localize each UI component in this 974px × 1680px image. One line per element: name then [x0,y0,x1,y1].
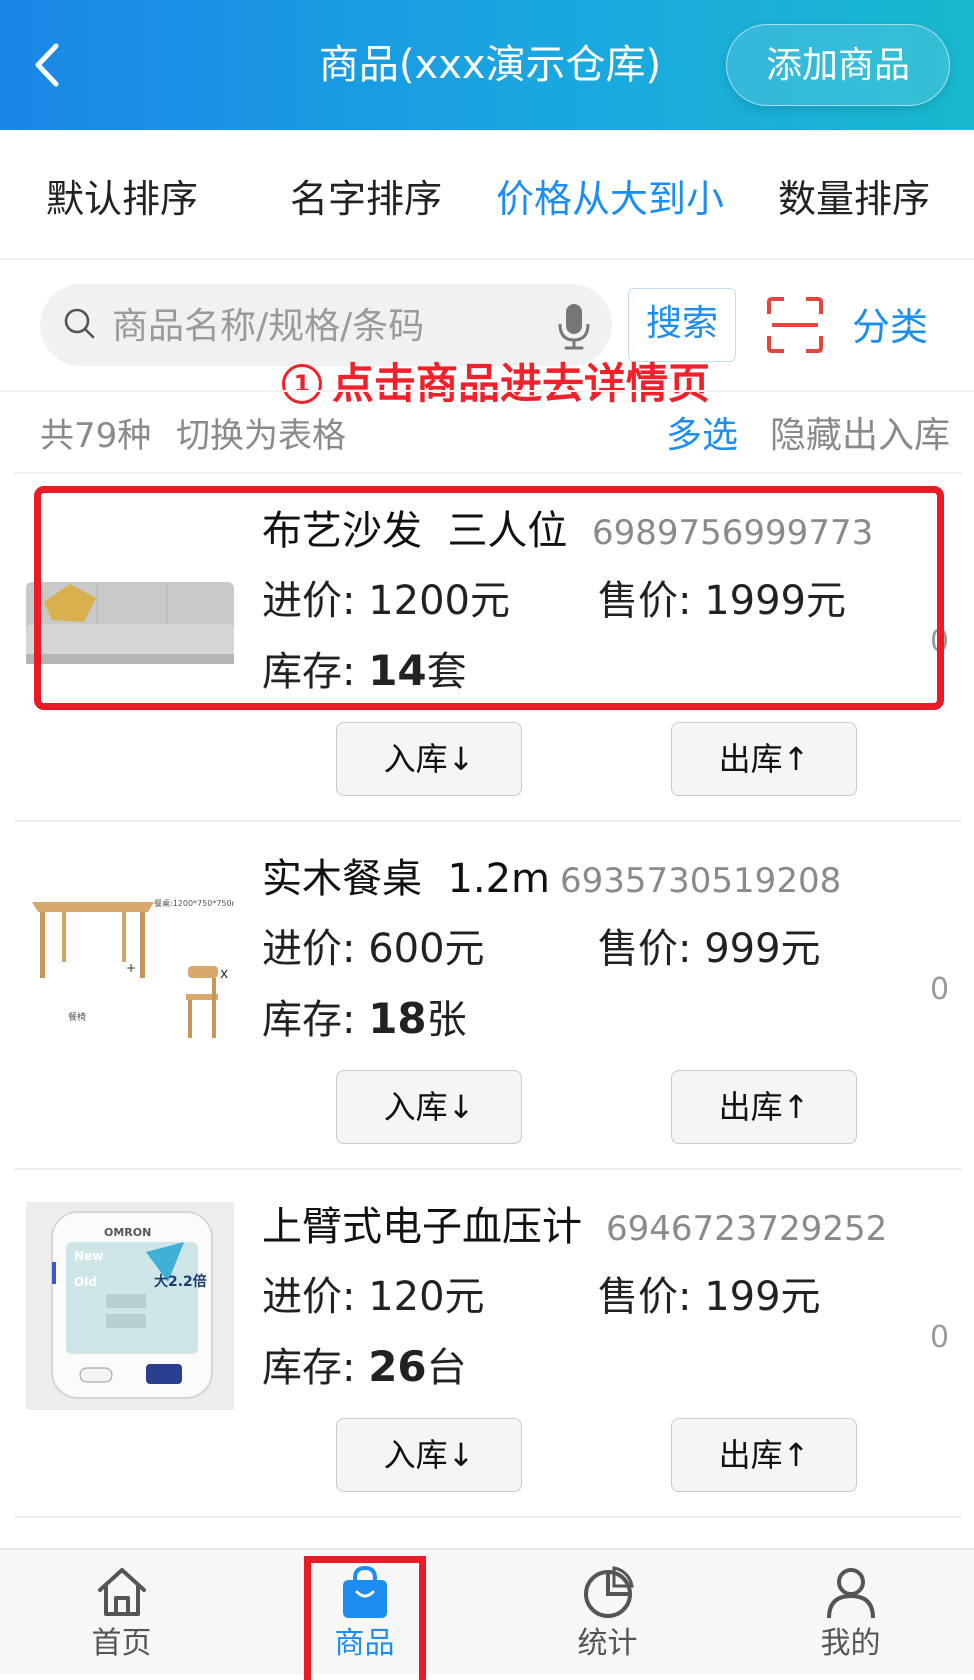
svg-text:x: x [220,966,228,982]
annotation-number: 1 [282,364,322,404]
chevron-left-icon [35,43,59,87]
product-count: 共79种 [40,416,152,456]
cost-price: 进价: 600元 [262,926,485,972]
blood-pressure-monitor-image: OMRON New Old 大2.2倍 [26,1202,234,1410]
stock-in-button[interactable]: 入库↓ [336,1418,522,1492]
svg-text:餐椅: 餐椅 [68,1011,86,1023]
tab-mine[interactable]: 我的 [729,1550,972,1676]
stock-out-button[interactable]: 出库↑ [671,1070,857,1144]
product-item[interactable]: 布艺沙发 三人位 6989756999773 进价: 1200元 售价: 199… [0,474,974,822]
sale-price: 售价: 1999元 [598,578,846,624]
back-button[interactable] [26,36,76,94]
search-button[interactable]: 搜索 [628,288,736,362]
svg-text:+: + [126,961,136,975]
home-icon [98,1568,146,1616]
stock-out-button[interactable]: 出库↑ [671,1418,857,1492]
sort-by-quantity[interactable]: 数量排序 [734,174,974,224]
sort-by-name[interactable]: 名字排序 [246,174,486,224]
hide-stock-io-link[interactable]: 隐藏出入库 [770,414,950,458]
tab-home[interactable]: 首页 [0,1550,243,1676]
stock-out-button[interactable]: 出库↑ [671,722,857,796]
add-product-button[interactable]: 添加商品 [726,24,950,106]
page-title: 商品(xxx演示仓库) [318,42,662,88]
scan-icon[interactable] [766,296,824,354]
tab-products[interactable]: 商品 [243,1550,486,1676]
product-barcode: 6946723729252 [606,1209,888,1249]
svg-text:OMRON: OMRON [104,1226,151,1239]
bottom-tab-bar: 首页 商品 统计 我的 [0,1548,974,1674]
tab-label: 首页 [91,1626,152,1661]
tab-statistics[interactable]: 统计 [486,1550,729,1676]
search-box [40,284,612,366]
bag-icon [343,1565,387,1618]
quantity-indicator: 0 [930,624,950,659]
pie-chart-icon [584,1566,634,1618]
microphone-icon[interactable] [554,300,594,352]
table-chair-image: 餐桌:1200*750*750mm + x 餐椅 [26,854,234,1062]
user-icon [827,1568,875,1619]
stock-quantity: 库存: 18张 [262,994,467,1043]
stock-in-button[interactable]: 入库↓ [336,722,522,796]
divider [0,390,974,392]
tab-label: 统计 [577,1626,638,1661]
multi-select-link[interactable]: 多选 [666,414,738,458]
product-name[interactable]: 实木餐桌 1.2m [262,852,550,906]
toggle-table-view[interactable]: 切换为表格 [176,414,346,458]
product-barcode: 6989756999773 [592,513,874,553]
category-link[interactable]: 分类 [852,298,928,356]
cost-price: 进价: 1200元 [262,578,510,624]
stock-in-button[interactable]: 入库↓ [336,1070,522,1144]
sort-bar: 默认排序 名字排序 价格从大到小 数量排序 [0,130,974,260]
sale-price: 售价: 999元 [598,926,821,972]
top-header: 商品(xxx演示仓库) 添加商品 [0,0,974,130]
svg-text:大2.2倍: 大2.2倍 [154,1273,207,1290]
cost-price: 进价: 120元 [262,1274,485,1320]
stock-quantity: 库存: 26台 [262,1342,467,1391]
tab-label: 商品 [334,1626,395,1661]
stock-quantity: 库存: 14套 [262,646,467,695]
svg-text:New: New [74,1249,103,1263]
quantity-indicator: 0 [930,972,950,1007]
product-image-sofa[interactable] [26,506,234,714]
sort-by-price-desc[interactable]: 价格从大到小 [490,174,730,224]
sort-default[interactable]: 默认排序 [2,174,242,224]
svg-text:Old: Old [74,1275,97,1289]
product-item[interactable]: OMRON New Old 大2.2倍 上臂式电子血压计 69467237292… [0,1170,974,1518]
svg-text:餐桌:1200*750*750mm: 餐桌:1200*750*750mm [154,898,234,908]
product-image-blood-pressure-monitor[interactable]: OMRON New Old 大2.2倍 [26,1202,234,1410]
product-image-table[interactable]: 餐桌:1200*750*750mm + x 餐椅 [26,854,234,1062]
sale-price: 售价: 199元 [598,1274,821,1320]
divider [0,258,974,260]
summary-bar: 共79种 切换为表格 多选 隐藏出入库 [0,400,974,470]
divider [14,1516,962,1518]
search-input[interactable] [110,298,514,354]
product-barcode: 6935730519208 [560,861,842,901]
product-name[interactable]: 布艺沙发 三人位 [262,504,567,558]
sofa-image [26,506,234,714]
product-item[interactable]: 餐桌:1200*750*750mm + x 餐椅 实木餐桌 1.2m 69357… [0,822,974,1170]
tab-label: 我的 [820,1626,881,1661]
product-name[interactable]: 上臂式电子血压计 [262,1200,582,1254]
quantity-indicator: 0 [930,1320,950,1355]
search-icon [64,308,95,339]
